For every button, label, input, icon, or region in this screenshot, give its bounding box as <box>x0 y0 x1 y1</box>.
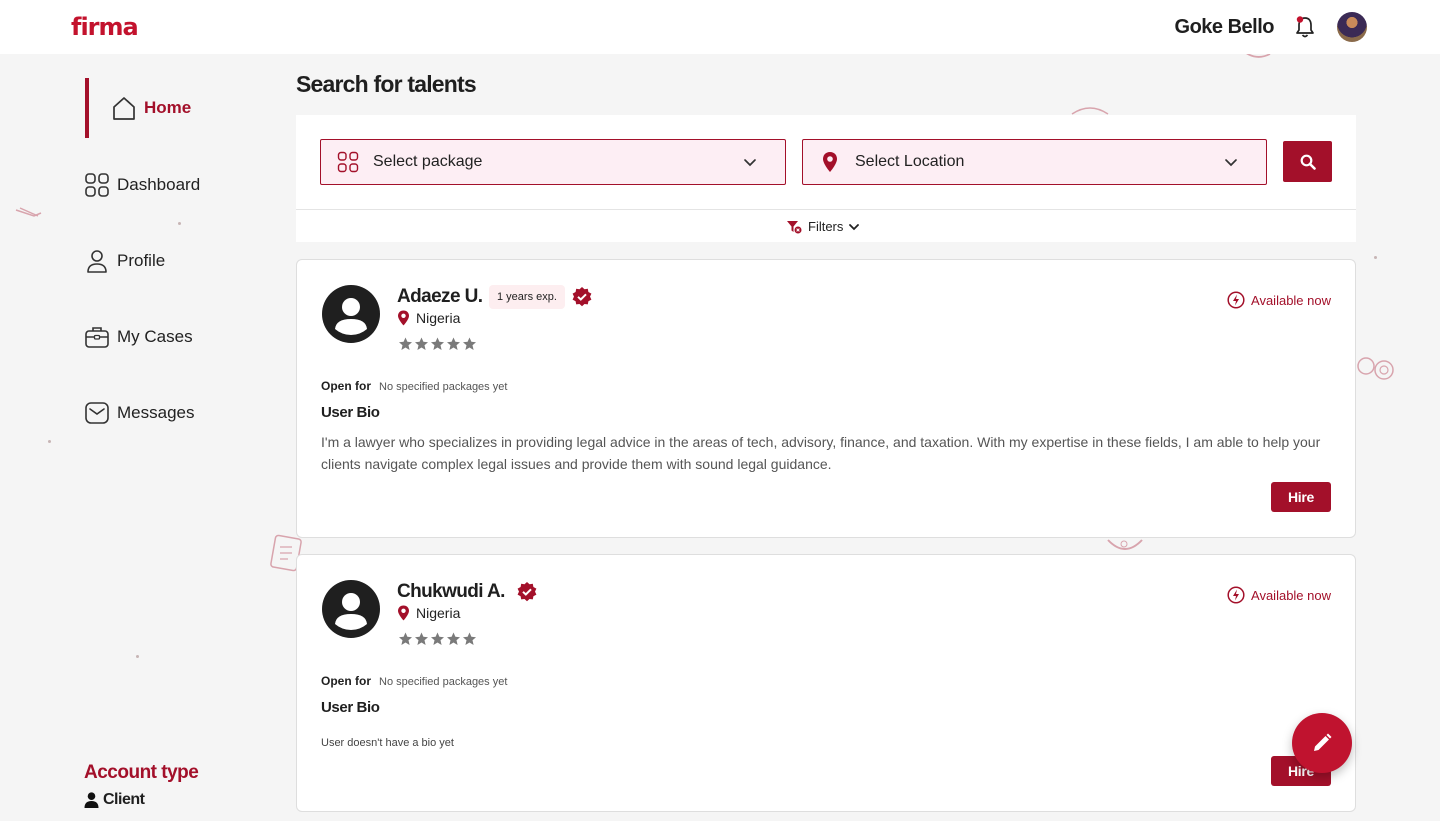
user-icon <box>87 250 107 273</box>
availability-status: Available now <box>1227 586 1331 604</box>
sidebar-item-profile[interactable]: Profile <box>84 240 264 282</box>
user-name: Goke Bello <box>1174 16 1275 38</box>
account-type-label: Client <box>103 791 145 808</box>
location-pin-icon <box>398 310 409 326</box>
search-button[interactable] <box>1283 141 1332 182</box>
star-icon <box>415 632 428 645</box>
user-solid-icon <box>84 792 99 808</box>
decorative-doodle <box>1357 357 1394 380</box>
sidebar-item-label: Messages <box>117 403 195 422</box>
talent-card: Chukwudi A. Nigeria Available now Open f… <box>296 554 1356 812</box>
star-icon <box>447 337 460 350</box>
star-icon <box>463 337 476 350</box>
talent-location-text: Nigeria <box>416 310 461 326</box>
grid-icon <box>85 173 109 197</box>
open-for: Open for No specified packages yet <box>321 379 507 393</box>
briefcase-icon <box>85 327 109 348</box>
star-icon <box>447 632 460 645</box>
location-pin-icon <box>823 152 837 172</box>
bio-text: I'm a lawyer who specializes in providin… <box>321 434 1321 472</box>
search-icon <box>1300 154 1316 170</box>
star-icon <box>399 337 412 350</box>
talent-name[interactable]: Adaeze U. <box>397 286 483 308</box>
open-for: Open for No specified packages yet <box>321 674 507 688</box>
bio-title: User Bio <box>321 699 380 716</box>
bio-text: User doesn't have a bio yet <box>321 737 454 749</box>
hire-button[interactable]: Hire <box>1271 482 1331 512</box>
filters-label: Filters <box>808 219 844 234</box>
talent-location: Nigeria <box>397 605 460 621</box>
sidebar: Home Dashboard Profile My Cases Messages… <box>0 54 280 821</box>
top-bar: firma Goke Bello <box>0 0 1440 54</box>
firma-logo[interactable]: firma <box>71 13 139 41</box>
star-icon <box>399 632 412 645</box>
filters-toggle[interactable]: Filters <box>786 219 860 234</box>
star-icon <box>431 632 444 645</box>
sidebar-item-label: My Cases <box>117 327 193 346</box>
talent-location-text: Nigeria <box>416 605 461 621</box>
sidebar-item-label: Dashboard <box>117 175 201 194</box>
open-for-value: No specified packages yet <box>379 381 508 393</box>
search-panel: Select package Select Location Filters <box>296 115 1356 242</box>
star-icon <box>415 337 428 350</box>
verified-badge-icon <box>572 287 592 307</box>
bio-title: User Bio <box>321 404 380 421</box>
star-rating <box>398 337 478 351</box>
sidebar-item-label: Home <box>144 98 192 117</box>
star-icon <box>463 632 476 645</box>
availability-status: Available now <box>1227 291 1331 309</box>
user-avatar[interactable] <box>1337 12 1367 42</box>
default-avatar-icon <box>322 580 380 638</box>
availability-text: Available now <box>1251 587 1331 603</box>
star-icon <box>431 337 444 350</box>
talent-name[interactable]: Chukwudi A. <box>397 581 505 603</box>
sidebar-item-dashboard[interactable]: Dashboard <box>84 164 264 206</box>
open-for-value: No specified packages yet <box>379 676 508 688</box>
page-title: Search for talents <box>296 71 477 97</box>
experience-badge: 1 years exp. <box>489 285 565 309</box>
divider <box>296 209 1356 210</box>
verified-badge-icon <box>517 582 537 602</box>
lightning-icon <box>1227 291 1245 309</box>
home-icon <box>113 97 135 120</box>
default-avatar-icon <box>322 285 380 343</box>
sidebar-item-messages[interactable]: Messages <box>84 392 264 434</box>
edit-fab-button[interactable] <box>1292 713 1352 773</box>
package-select-value: Select package <box>373 153 483 170</box>
star-rating <box>398 632 478 646</box>
sidebar-item-home[interactable]: Home <box>85 78 265 138</box>
location-select[interactable]: Select Location <box>802 139 1267 185</box>
filter-icon <box>787 220 802 233</box>
decorative-dot <box>1374 256 1377 259</box>
open-for-label: Open for <box>321 674 371 688</box>
pencil-icon <box>1314 733 1332 751</box>
location-select-value: Select Location <box>855 153 965 170</box>
chevron-down-icon <box>1225 159 1237 167</box>
grid-icon <box>337 151 359 173</box>
availability-text: Available now <box>1251 292 1331 308</box>
lightning-icon <box>1227 586 1245 604</box>
chevron-down-icon <box>849 223 860 230</box>
talent-card: Adaeze U. 1 years exp. Nigeria Available… <box>296 259 1356 538</box>
sidebar-item-my-cases[interactable]: My Cases <box>84 316 264 358</box>
open-for-label: Open for <box>321 379 371 393</box>
notification-bell-icon[interactable] <box>1294 15 1316 39</box>
account-type-title: Account type <box>84 762 199 783</box>
chevron-down-icon <box>744 159 756 167</box>
account-type-value: Client <box>84 791 145 809</box>
package-select[interactable]: Select package <box>320 139 786 185</box>
decorative-doodle <box>1107 539 1143 550</box>
location-pin-icon <box>398 605 409 621</box>
sidebar-item-label: Profile <box>117 251 166 270</box>
envelope-icon <box>85 402 109 424</box>
talent-location: Nigeria <box>397 310 460 326</box>
